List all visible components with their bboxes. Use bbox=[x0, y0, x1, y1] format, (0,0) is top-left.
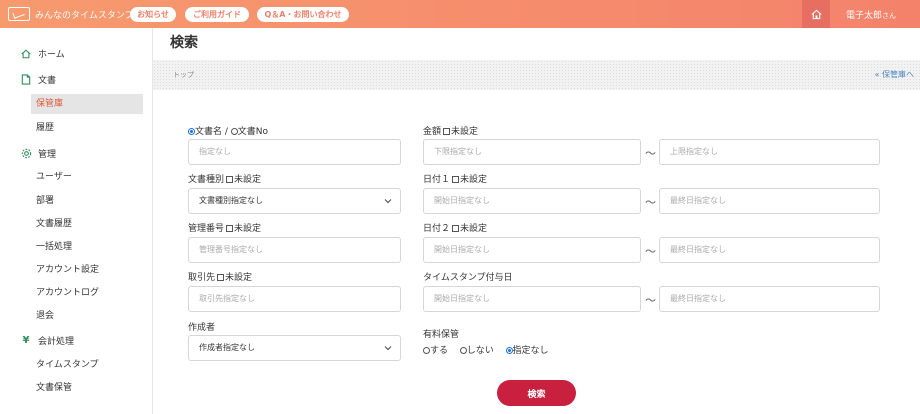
timestamp-date-label: タイムスタンプ付与日 bbox=[423, 273, 513, 283]
client-input[interactable]: 取引先指定なし bbox=[188, 286, 401, 312]
range-separator: ～ bbox=[645, 196, 656, 209]
ts-end-input[interactable]: 最終日指定なし bbox=[659, 286, 880, 312]
top-bar: みんなのタイムスタンプ お知らせ ご利用ガイド Q＆A・お問い合わせ 電子太郎さ… bbox=[0, 0, 920, 28]
amount-min-input[interactable]: 下限指定なし bbox=[423, 139, 641, 165]
app-name: みんなのタイムスタンプ bbox=[35, 10, 134, 21]
docno-radio[interactable] bbox=[230, 128, 238, 135]
paid-storage-options: する しない 指定なし bbox=[423, 343, 549, 356]
date1-label: 日付１ 未設定 bbox=[423, 175, 488, 185]
paid-no-radio[interactable] bbox=[459, 347, 467, 354]
amount-label: 金額 未設定 bbox=[423, 127, 479, 137]
date2-end-input[interactable]: 最終日指定なし bbox=[659, 237, 880, 263]
logo-icon bbox=[8, 7, 30, 21]
sidebar-item-history[interactable]: 履歴 bbox=[31, 118, 143, 138]
paid-storage-label: 有料保管 bbox=[423, 330, 460, 340]
document-icon bbox=[20, 74, 32, 85]
paid-any-radio[interactable] bbox=[505, 347, 513, 354]
creator-select[interactable]: 作成者指定なし bbox=[188, 335, 401, 361]
range-separator: ～ bbox=[645, 245, 656, 258]
chevron-down-icon bbox=[384, 346, 392, 351]
doctype-unset-checkbox[interactable] bbox=[226, 176, 234, 183]
doctype-select[interactable]: 文書種別指定なし bbox=[188, 188, 401, 214]
range-separator: ～ bbox=[645, 294, 656, 307]
home-icon bbox=[20, 49, 32, 59]
sidebar-item-batch[interactable]: 一括処理 bbox=[31, 237, 143, 257]
sidebar-item-vault[interactable]: 保管庫 bbox=[31, 94, 143, 114]
docname-selector: 文書名 / 文書No bbox=[188, 124, 268, 137]
sidebar-item-departments[interactable]: 部署 bbox=[31, 191, 143, 211]
client-label: 取引先 未設定 bbox=[188, 273, 253, 283]
date2-unset-checkbox[interactable] bbox=[452, 225, 460, 232]
sidebar-item-doc-history[interactable]: 文書履歴 bbox=[31, 214, 143, 234]
mgmt-unset-checkbox[interactable] bbox=[226, 225, 234, 232]
amount-max-input[interactable]: 上限指定なし bbox=[659, 139, 880, 165]
page-title: 検索 bbox=[170, 35, 198, 51]
date1-start-input[interactable]: 開始日指定なし bbox=[423, 188, 641, 214]
amount-unset-checkbox[interactable] bbox=[443, 128, 451, 135]
date2-label: 日付２ 未設定 bbox=[423, 224, 488, 234]
docname-input[interactable]: 指定なし bbox=[188, 139, 401, 165]
chevron-down-icon bbox=[384, 199, 392, 204]
app-logo[interactable]: みんなのタイムスタンプ bbox=[8, 6, 134, 22]
paid-yes-radio[interactable] bbox=[423, 347, 430, 354]
creator-label: 作成者 bbox=[188, 323, 216, 333]
sidebar-item-account-settings[interactable]: アカウント設定 bbox=[31, 260, 143, 280]
sidebar-item-accounting[interactable]: ¥ 会計処理 bbox=[20, 334, 173, 347]
sidebar-item-home[interactable]: ホーム bbox=[20, 47, 173, 60]
date2-start-input[interactable]: 開始日指定なし bbox=[423, 237, 641, 263]
guide-button[interactable]: ご利用ガイド bbox=[185, 7, 249, 22]
faq-contact-button[interactable]: Q＆A・お問い合わせ bbox=[257, 7, 349, 22]
ts-start-input[interactable]: 開始日指定なし bbox=[423, 286, 641, 312]
date1-end-input[interactable]: 最終日指定なし bbox=[659, 188, 880, 214]
yen-icon: ¥ bbox=[22, 335, 30, 346]
breadcrumb: トップ « 保管庫へ bbox=[153, 60, 920, 90]
news-button[interactable]: お知らせ bbox=[130, 7, 176, 22]
sidebar-item-account-log[interactable]: アカウントログ bbox=[31, 283, 143, 303]
mgmt-number-input[interactable]: 管理番号指定なし bbox=[188, 237, 401, 263]
sidebar-item-timestamp[interactable]: タイムスタンプ bbox=[31, 355, 143, 375]
breadcrumb-top[interactable]: トップ bbox=[173, 70, 194, 80]
date1-unset-checkbox[interactable] bbox=[452, 176, 460, 183]
client-unset-checkbox[interactable] bbox=[217, 274, 225, 281]
range-separator: ～ bbox=[645, 147, 656, 160]
mgmt-label: 管理番号 未設定 bbox=[188, 224, 262, 234]
sidebar-item-documents[interactable]: 文書 bbox=[20, 73, 173, 86]
home-button[interactable] bbox=[802, 0, 830, 28]
sidebar-item-withdraw[interactable]: 退会 bbox=[31, 306, 143, 326]
sidebar-item-doc-storage[interactable]: 文書保管 bbox=[31, 378, 143, 398]
sidebar-item-users[interactable]: ユーザー bbox=[31, 167, 143, 187]
sidebar-item-admin[interactable]: 管理 bbox=[20, 147, 173, 160]
gear-icon bbox=[20, 148, 32, 159]
back-to-vault-link[interactable]: « 保管庫へ bbox=[875, 69, 914, 80]
doctype-label: 文書種別 未設定 bbox=[188, 175, 262, 185]
home-icon bbox=[811, 9, 821, 19]
docname-radio[interactable] bbox=[188, 128, 195, 135]
user-name[interactable]: 電子太郎さん bbox=[846, 8, 896, 21]
search-button[interactable]: 検索 bbox=[497, 380, 576, 406]
